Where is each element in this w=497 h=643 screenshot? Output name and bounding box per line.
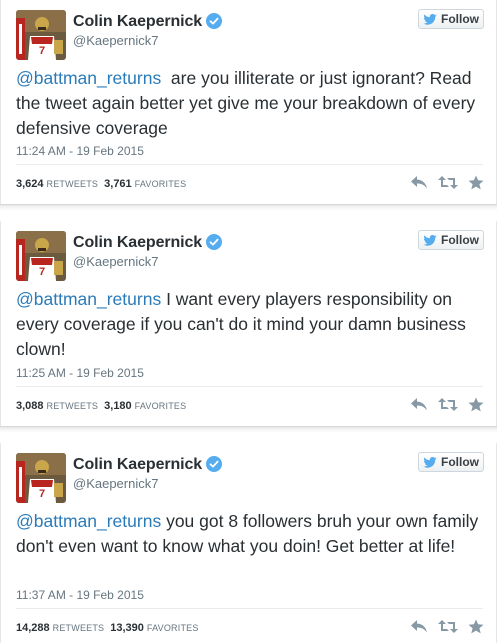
reply-icon[interactable]: [410, 175, 428, 195]
follow-label: Follow: [441, 233, 479, 247]
author-name[interactable]: Colin Kaepernick: [73, 13, 202, 31]
tweet-card: 7 Colin Kaepernick @Kaepernick7 Follow @…: [0, 0, 497, 204]
retweet-count[interactable]: 14,288: [16, 622, 50, 634]
favorite-count[interactable]: 3,761: [104, 178, 132, 190]
favorite-icon[interactable]: [468, 175, 484, 195]
card-separator: [0, 426, 497, 433]
svg-text:7: 7: [39, 488, 45, 500]
favorites-label: FAVORITES: [134, 401, 187, 411]
favorites-label: FAVORITES: [146, 623, 199, 633]
retweet-icon[interactable]: [438, 397, 458, 417]
avatar[interactable]: 7: [16, 453, 66, 503]
tweet-timestamp[interactable]: 11:37 AM - 19 Feb 2015: [16, 588, 144, 602]
follow-label: Follow: [441, 12, 479, 26]
twitter-bird-icon: [423, 234, 437, 246]
twitter-bird-icon: [423, 13, 437, 25]
mention-link[interactable]: @battman_returns: [16, 511, 161, 531]
tweet-text: @battman_returns you got 8 followers bru…: [16, 509, 486, 559]
author-name[interactable]: Colin Kaepernick: [73, 456, 202, 474]
verified-icon: [206, 234, 222, 250]
favorites-label: FAVORITES: [134, 179, 187, 189]
tweet-timestamp[interactable]: 11:24 AM - 19 Feb 2015: [16, 144, 144, 158]
tweet-card: 7 Colin Kaepernick @Kaepernick7 Follow @…: [0, 221, 497, 426]
tweet-stats: 3,088 RETWEETS 3,180 FAVORITES: [16, 400, 192, 412]
tweet-text: @battman_returns are you illiterate or j…: [16, 66, 486, 141]
tweet-actions: [410, 175, 485, 193]
retweet-icon[interactable]: [438, 175, 458, 195]
svg-text:7: 7: [39, 266, 45, 278]
twitter-bird-icon: [423, 456, 437, 468]
follow-button[interactable]: Follow: [418, 230, 484, 250]
tweet-stats: 14,288 RETWEETS 13,390 FAVORITES: [16, 622, 205, 634]
retweet-count[interactable]: 3,624: [16, 178, 44, 190]
author-handle[interactable]: @Kaepernick7: [73, 476, 158, 491]
retweets-label: RETWEETS: [46, 179, 99, 189]
follow-button[interactable]: Follow: [418, 9, 484, 29]
favorite-count[interactable]: 13,390: [110, 622, 144, 634]
tweet-actions: [410, 397, 485, 415]
tweet-stats: 3,624 RETWEETS 3,761 FAVORITES: [16, 178, 192, 190]
divider: [16, 164, 483, 165]
author-handle[interactable]: @Kaepernick7: [73, 33, 158, 48]
tweet-card: 7 Colin Kaepernick @Kaepernick7 Follow @…: [0, 443, 497, 643]
reply-icon[interactable]: [410, 397, 428, 417]
favorite-icon[interactable]: [468, 619, 484, 639]
divider: [16, 386, 483, 387]
mention-link[interactable]: @battman_returns: [16, 68, 161, 88]
author-handle[interactable]: @Kaepernick7: [73, 254, 158, 269]
favorite-icon[interactable]: [468, 397, 484, 417]
follow-button[interactable]: Follow: [418, 452, 484, 472]
retweet-count[interactable]: 3,088: [16, 400, 44, 412]
verified-icon: [206, 456, 222, 472]
author-name[interactable]: Colin Kaepernick: [73, 234, 202, 252]
card-separator: [0, 204, 497, 211]
follow-label: Follow: [441, 455, 479, 469]
retweets-label: RETWEETS: [52, 623, 105, 633]
tweet-text: @battman_returns I want every players re…: [16, 287, 486, 362]
svg-text:7: 7: [39, 45, 45, 57]
verified-icon: [206, 13, 222, 29]
tweet-timestamp[interactable]: 11:25 AM - 19 Feb 2015: [16, 366, 144, 380]
tweet-actions: [410, 619, 485, 637]
divider: [16, 608, 483, 609]
mention-link[interactable]: @battman_returns: [16, 289, 161, 309]
reply-icon[interactable]: [410, 619, 428, 639]
favorite-count[interactable]: 3,180: [104, 400, 132, 412]
retweet-icon[interactable]: [438, 619, 458, 639]
avatar[interactable]: 7: [16, 231, 66, 281]
tweet-stack: 7 Colin Kaepernick @Kaepernick7 Follow @…: [0, 0, 497, 643]
avatar[interactable]: 7: [16, 10, 66, 60]
retweets-label: RETWEETS: [46, 401, 99, 411]
